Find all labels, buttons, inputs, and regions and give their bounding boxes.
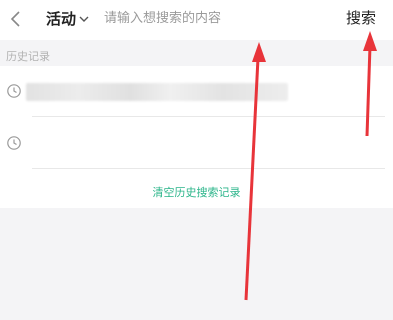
clear-history-link[interactable]: 清空历史搜索记录 <box>0 184 393 200</box>
search-button[interactable]: 搜索 <box>346 7 376 28</box>
divider <box>32 116 385 117</box>
back-arrow-icon[interactable] <box>6 9 26 29</box>
history-title: 历史记录 <box>6 50 50 63</box>
search-input[interactable] <box>104 6 324 30</box>
divider <box>32 168 385 169</box>
history-item[interactable] <box>0 66 393 117</box>
blurred-history-text <box>26 83 288 101</box>
history-section-header: 历史记录 <box>0 44 393 66</box>
history-item[interactable] <box>0 118 393 169</box>
clock-icon <box>7 84 21 98</box>
category-dropdown[interactable]: 活动 <box>46 8 90 29</box>
chevron-down-icon <box>79 16 89 22</box>
top-bar: 活动 搜索 <box>0 0 393 40</box>
clock-icon <box>7 136 21 150</box>
category-label: 活动 <box>46 10 77 28</box>
history-list: 清空历史搜索记录 <box>0 66 393 208</box>
